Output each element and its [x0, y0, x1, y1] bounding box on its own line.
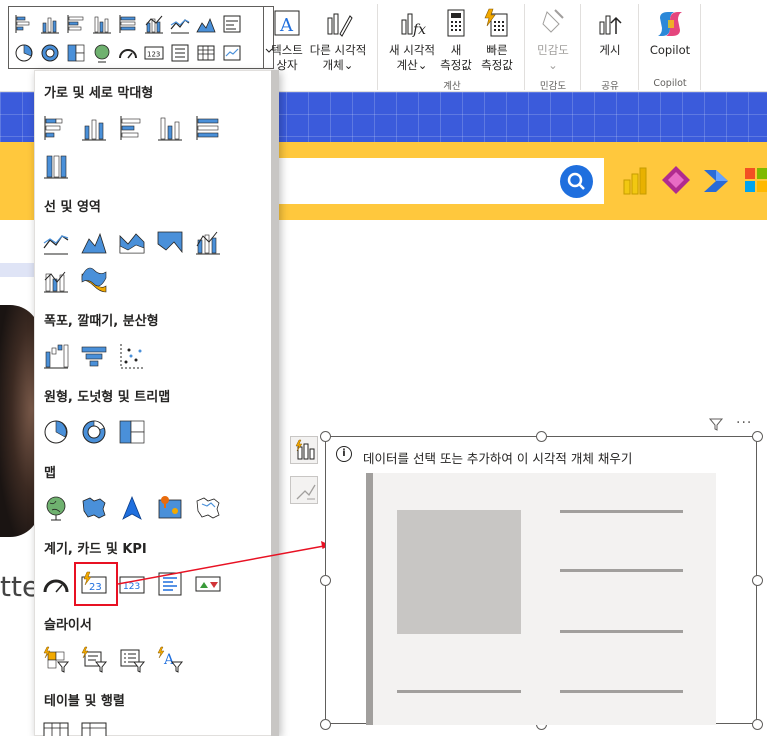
resize-handle-top-right[interactable]: [752, 431, 763, 442]
placeholder-line: [560, 510, 683, 513]
placeholder-line: [560, 690, 683, 693]
resize-handle-bottom-right[interactable]: [752, 719, 763, 730]
resize-handle-bottom-left[interactable]: [320, 719, 331, 730]
resize-handle-top-left[interactable]: [320, 431, 331, 442]
analytics-button[interactable]: [290, 476, 318, 504]
visual-placeholder-text: 데이터를 선택 또는 추가하여 이 시각적 개체 채우기: [363, 451, 633, 466]
resize-handle-right[interactable]: [752, 575, 763, 586]
resize-handle-top[interactable]: [536, 431, 547, 442]
format-visual-button[interactable]: [290, 436, 318, 464]
resize-handle-left[interactable]: [320, 575, 331, 586]
filter-icon[interactable]: [708, 416, 724, 432]
app-root: tte 123 A 텍스트 상자 다른 시각적 개체⌄ fx 새 시각적 계산⌄…: [0, 0, 767, 736]
placeholder-line: [397, 690, 521, 693]
info-icon: i: [336, 446, 352, 462]
placeholder-accent-bar: [366, 473, 373, 725]
placeholder-line: [560, 569, 683, 572]
placeholder-image: [397, 510, 521, 634]
more-options-icon[interactable]: ···: [736, 415, 752, 431]
placeholder-line: [560, 630, 683, 633]
